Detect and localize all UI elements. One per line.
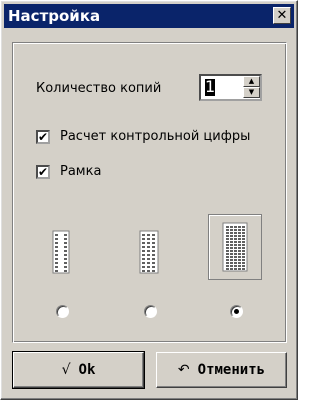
single-column-layout-icon — [52, 230, 70, 274]
cancel-button[interactable]: ↶ Отменить — [156, 352, 287, 388]
radio-grid[interactable] — [230, 305, 243, 318]
spin-up-button[interactable]: ▲ — [243, 76, 260, 87]
window-title: Настройка — [8, 7, 101, 25]
spin-down-button[interactable]: ▼ — [243, 87, 260, 98]
cancel-button-label: Отменить — [197, 362, 266, 378]
title-bar[interactable]: Настройка ✕ — [4, 4, 294, 28]
grid-layout-icon — [222, 222, 248, 272]
close-button[interactable]: ✕ — [273, 7, 291, 24]
copies-value: 1 — [205, 77, 216, 96]
undo-icon: ↶ — [177, 362, 190, 378]
check-digit-label: Расчет контрольной цифры — [60, 129, 251, 144]
radio-single-column[interactable] — [56, 305, 69, 318]
arrow-down-icon: ▼ — [248, 88, 255, 96]
radio-selected-dot — [234, 309, 239, 314]
copies-label: Количество копий — [36, 81, 162, 96]
arrow-up-icon: ▲ — [248, 77, 255, 85]
frame-label: Рамка — [60, 164, 102, 179]
settings-dialog: Настройка ✕ Количество копий 1 ▲ ▼ ✔ Рас… — [0, 0, 298, 400]
checkbox-check-digit[interactable]: ✔ — [36, 130, 50, 144]
radio-double-column[interactable] — [144, 305, 157, 318]
close-icon: ✕ — [276, 8, 288, 23]
check-icon: ✔ — [37, 130, 49, 144]
check-icon: ✔ — [37, 165, 49, 179]
checkmark-icon: √ — [61, 362, 71, 378]
double-column-layout-icon — [139, 230, 159, 274]
ok-button[interactable]: √ Ok — [12, 351, 145, 389]
ok-button-label: Ok — [78, 362, 96, 378]
copies-spinner[interactable]: 1 ▲ ▼ — [199, 74, 262, 101]
checkbox-frame[interactable]: ✔ — [36, 165, 50, 179]
